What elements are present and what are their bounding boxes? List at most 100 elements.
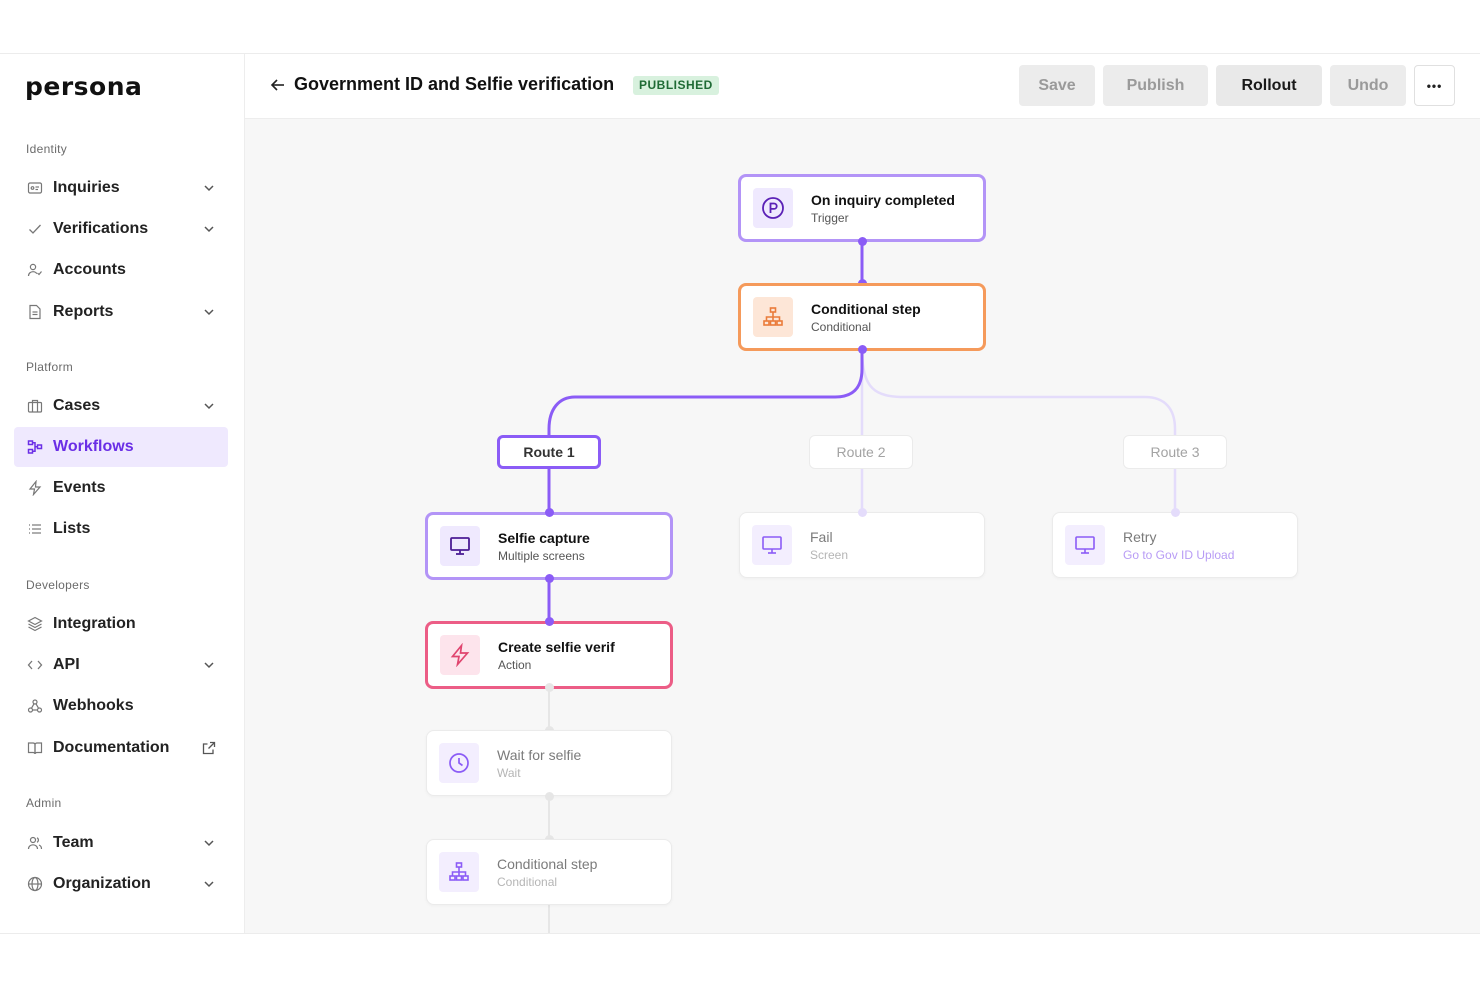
connector-dot [858,345,867,354]
chevron-down-icon [204,226,214,233]
lightning-icon [26,479,44,497]
code-icon [26,656,44,674]
sidebar-item-label: Reports [53,303,114,320]
sidebar-item-inquiries[interactable]: Inquiries [14,168,228,208]
node-title: Wait for selfie [497,746,582,763]
back-arrow-icon[interactable] [269,76,287,94]
sidebar-item-events[interactable]: Events [14,468,228,508]
chevron-down-icon [204,840,214,847]
node-subtitle: Multiple screens [498,548,585,563]
layers-icon [26,615,44,633]
list-icon [26,520,44,538]
sidebar-item-cases[interactable]: Cases [14,386,228,426]
clock-icon [439,743,479,783]
header: Government ID and Selfie verification PU… [245,54,1480,119]
node-subtitle: Trigger [811,210,849,225]
sidebar-item-lists[interactable]: Lists [14,509,228,549]
sidebar-item-team[interactable]: Team [14,823,228,863]
fail-node[interactable]: Fail Screen [739,512,985,578]
sidebar-item-label: Team [53,834,94,851]
node-subtitle: Conditional [811,319,872,334]
sidebar-item-reports[interactable]: Reports [14,292,228,332]
connector-dot [858,508,867,517]
webhook-icon [26,697,44,715]
section-label-admin: Admin [26,796,62,810]
route-1-button[interactable]: Route 1 [497,435,601,469]
node-subtitle: Action [498,657,532,672]
app-window: persona Identity Inquiries Verifications… [0,53,1480,934]
status-badge: PUBLISHED [633,76,719,95]
persona-logo[interactable]: persona [25,72,142,101]
node-title: On inquiry completed [811,191,955,208]
chevron-down-icon [204,662,214,669]
sidebar-item-label: Lists [53,520,91,537]
sidebar-item-label: Webhooks [53,697,134,714]
sidebar-item-label: Accounts [53,261,126,278]
selfie-capture-node[interactable]: Selfie capture Multiple screens [425,512,673,580]
save-button[interactable]: Save [1019,65,1095,106]
briefcase-icon [26,397,44,415]
node-title: Create selfie verif [498,638,615,655]
sidebar-item-accounts[interactable]: Accounts [14,250,228,290]
connector-dot [545,792,554,801]
node-title: Conditional step [497,855,598,872]
external-link-icon [202,741,216,755]
check-icon [26,220,44,238]
trigger-node[interactable]: On inquiry completed Trigger [738,174,986,242]
connector-dot [858,237,867,246]
workflow-canvas[interactable]: On inquiry completed Trigger Conditional … [245,119,1480,933]
book-icon [26,739,44,757]
retry-node[interactable]: Retry Go to Gov ID Upload [1052,512,1298,578]
node-subtitle: Screen [810,547,849,562]
route-3-button[interactable]: Route 3 [1123,435,1227,469]
hierarchy-icon [753,297,793,337]
sidebar-item-label: Organization [53,875,151,892]
node-title: Conditional step [811,300,921,317]
wait-for-selfie-node[interactable]: Wait for selfie Wait [426,730,672,796]
monitor-icon [1065,525,1105,565]
page-title: Government ID and Selfie verification [294,74,615,94]
node-subtitle: Wait [497,765,521,780]
node-title: Retry [1123,528,1157,545]
chevron-down-icon [204,185,214,192]
undo-button[interactable]: Undo [1330,65,1406,106]
persona-p-icon [753,188,793,228]
section-label-identity: Identity [26,142,68,156]
route-2-button[interactable]: Route 2 [809,435,913,469]
more-options-button[interactable]: ••• [1414,65,1455,106]
create-selfie-verif-node[interactable]: Create selfie verif Action [425,621,673,689]
publish-button[interactable]: Publish [1103,65,1208,106]
section-label-developers: Developers [26,578,90,592]
lightning-icon [440,635,480,675]
monitor-icon [752,525,792,565]
node-subtitle: Go to Gov ID Upload [1123,547,1235,562]
hierarchy-icon [439,852,479,892]
sidebar-item-integration[interactable]: Integration [14,604,228,644]
chevron-down-icon [204,403,214,410]
sidebar-item-organization[interactable]: Organization [14,864,228,904]
node-title: Fail [810,528,833,545]
sidebar-item-label: Inquiries [53,179,120,196]
rollout-button[interactable]: Rollout [1216,65,1322,106]
sidebar-item-api[interactable]: API [14,645,228,685]
sidebar-item-label: Verifications [53,220,149,237]
sidebar-item-label: Integration [53,615,136,632]
connector-dot [545,683,554,692]
id-card-icon [26,179,44,197]
node-title: Selfie capture [498,529,590,546]
node-subtitle: Conditional [497,874,558,889]
connector-dot [545,617,554,626]
conditional-node[interactable]: Conditional step Conditional [738,283,986,351]
sidebar-item-label: Documentation [53,739,170,756]
sidebar-item-webhooks[interactable]: Webhooks [14,686,228,726]
sidebar-item-workflows[interactable]: Workflows [14,427,228,467]
sidebar-item-verifications[interactable]: Verifications [14,209,228,249]
section-label-platform: Platform [26,360,74,374]
workflow-icon [26,438,44,456]
team-icon [26,834,44,852]
conditional-step-node[interactable]: Conditional step Conditional [426,839,672,905]
user-check-icon [26,261,44,279]
globe-icon [26,875,44,893]
sidebar-item-documentation[interactable]: Documentation [14,728,228,768]
sidebar-item-label: Workflows [53,438,134,455]
